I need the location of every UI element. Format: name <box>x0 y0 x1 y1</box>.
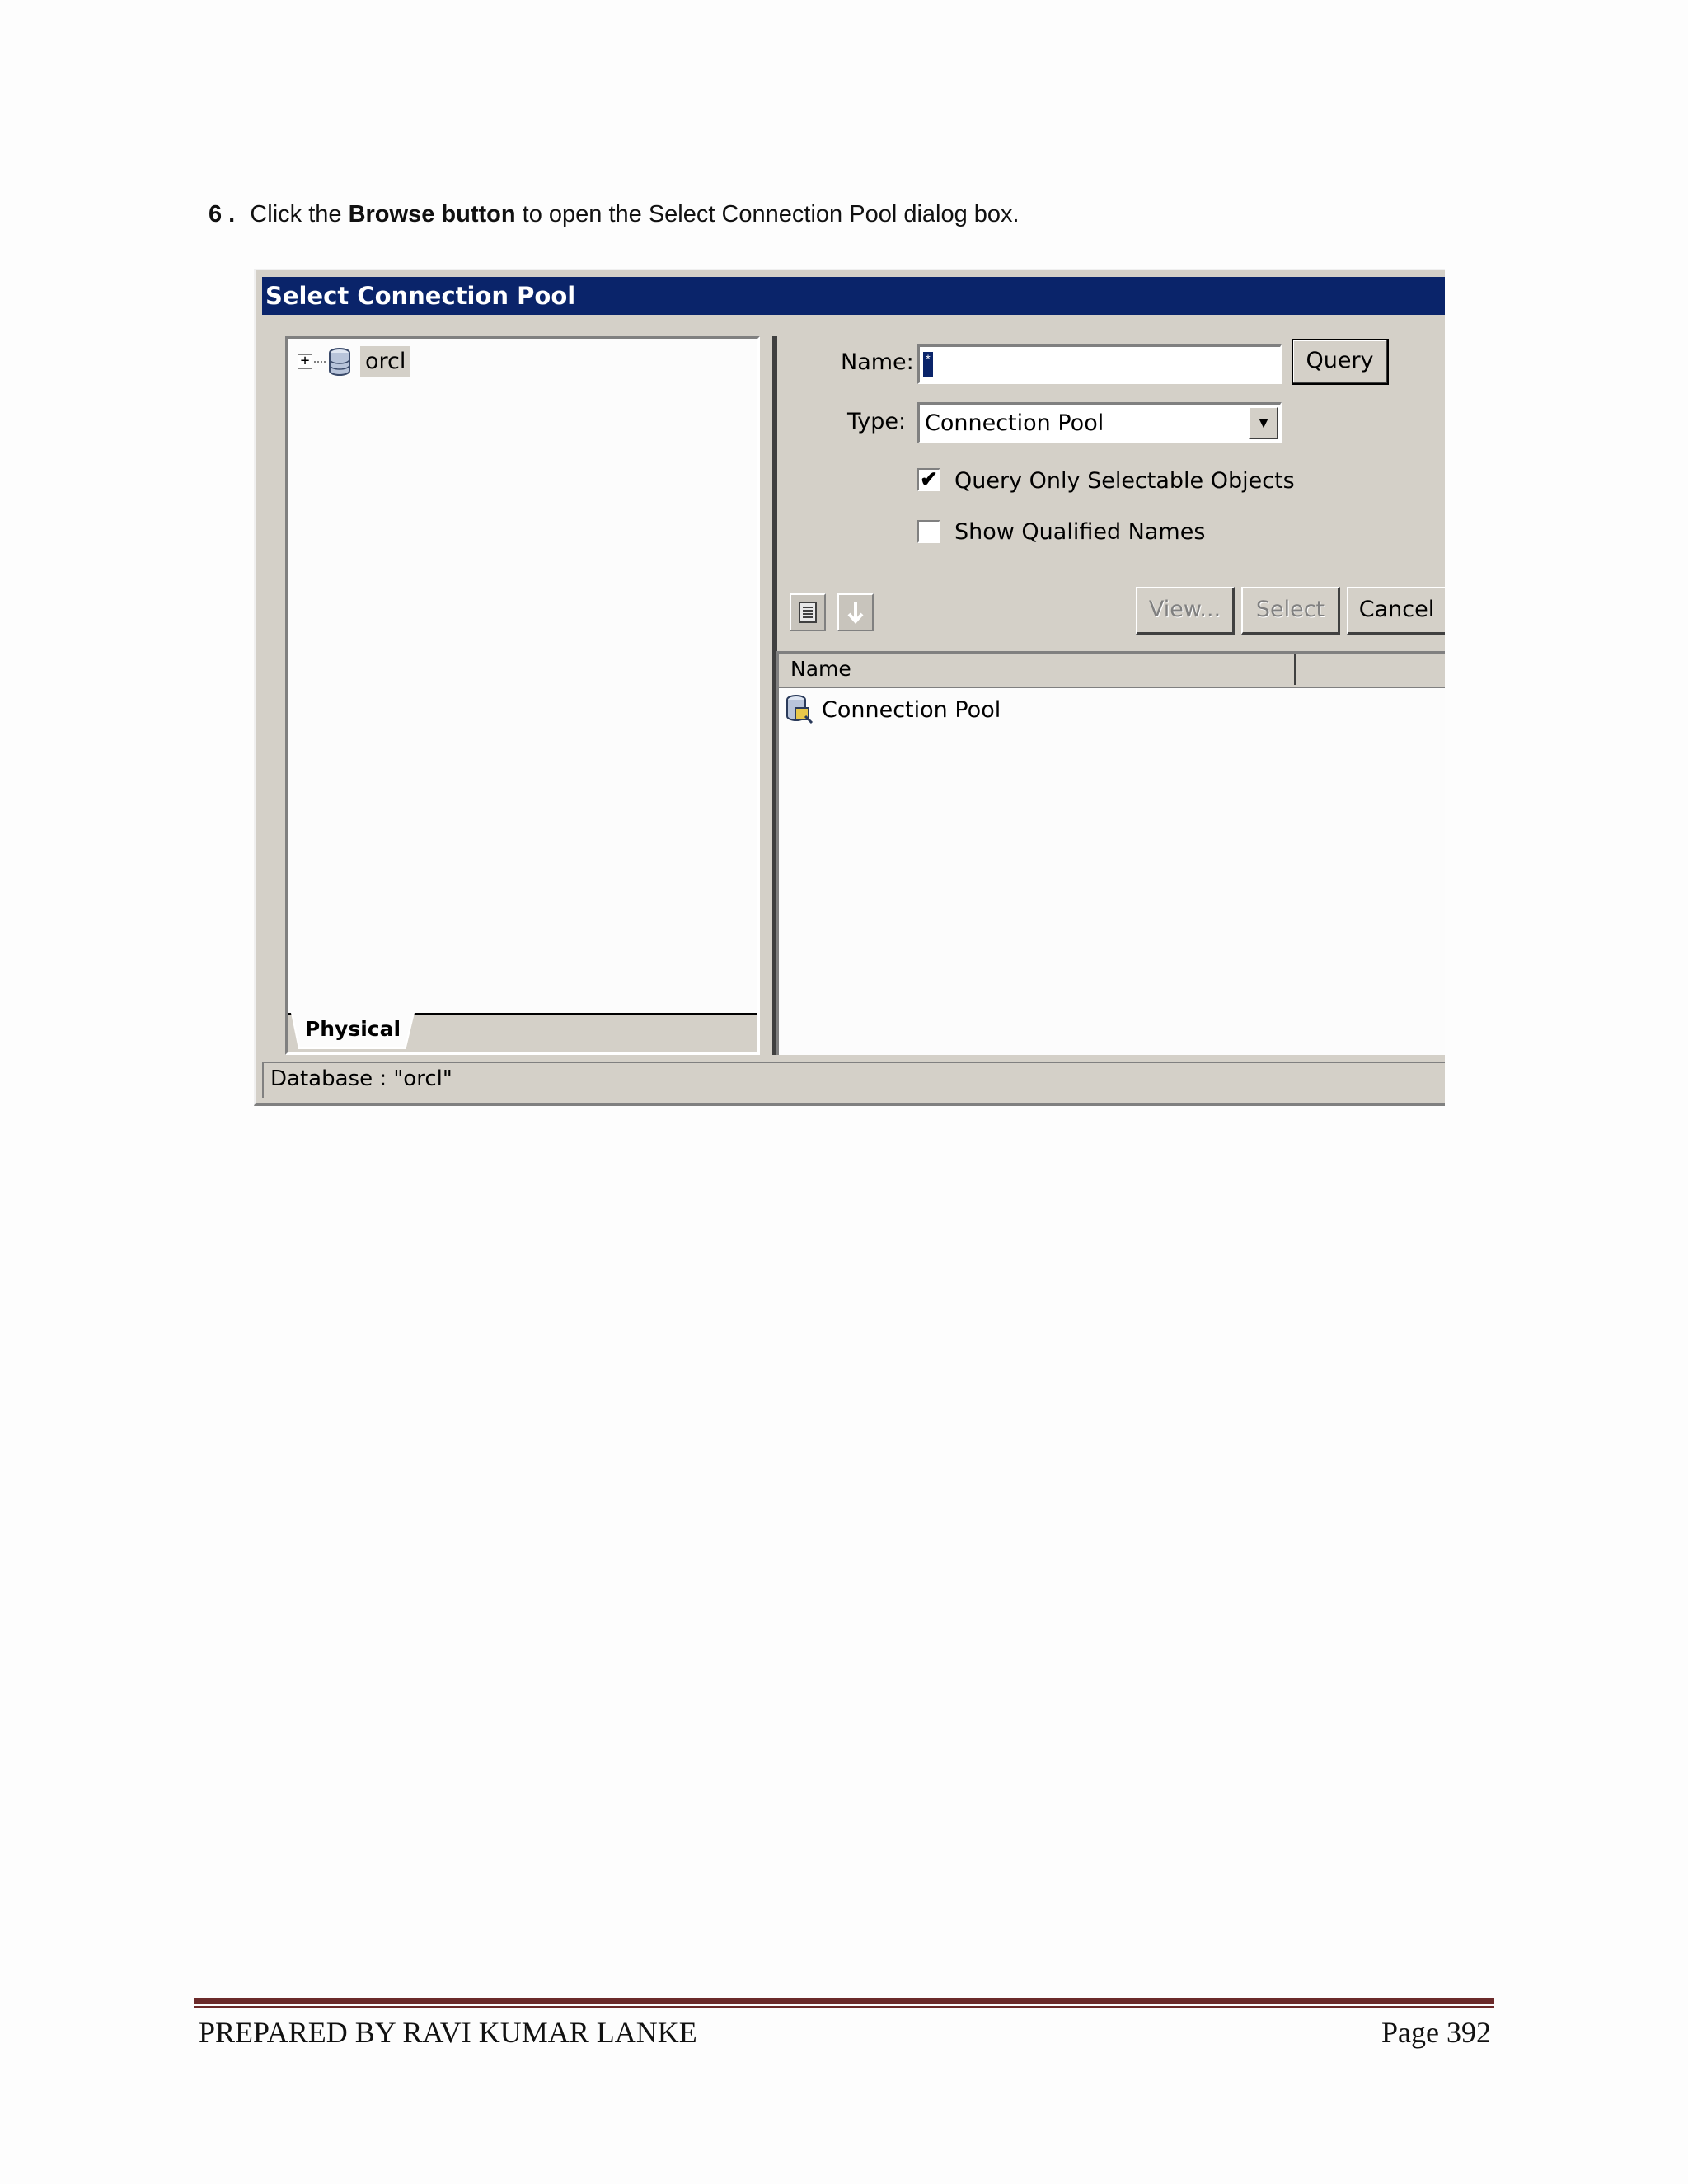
tree-tabstrip: Physical <box>288 1013 757 1052</box>
tab-physical-label: Physical <box>293 1013 413 1047</box>
step-number: 6 . <box>209 201 236 227</box>
type-select[interactable]: Connection Pool ▼ <box>917 402 1282 443</box>
list-item[interactable]: Connection Pool <box>784 693 1001 726</box>
list-view-button[interactable] <box>790 593 826 631</box>
dialog-screenshot: Select Connection Pool + orcl Physical N… <box>254 269 1445 1106</box>
tree-pane[interactable]: + orcl Physical <box>285 336 760 1055</box>
view-button[interactable]: View... <box>1136 587 1235 635</box>
checkbox-qualified[interactable] <box>917 520 940 543</box>
connection-pool-icon <box>786 695 814 724</box>
column-header-name[interactable]: Name <box>779 654 1296 685</box>
dropdown-arrow-icon[interactable]: ▼ <box>1249 406 1278 439</box>
results-list[interactable]: Name Connection Pool <box>776 651 1445 1055</box>
tab-physical[interactable]: Physical <box>291 1013 415 1049</box>
checkbox-selectable[interactable]: ✔ <box>917 468 940 491</box>
list-item-label: Connection Pool <box>822 696 1001 723</box>
arrow-down-icon <box>847 602 864 625</box>
step-text-after: to open the Select Connection Pool dialo… <box>515 201 1020 227</box>
list-header: Name <box>779 654 1445 688</box>
type-label: Type: <box>847 409 907 434</box>
cancel-button[interactable]: Cancel <box>1347 587 1445 635</box>
name-input[interactable]: * <box>917 344 1282 384</box>
footer-rule-thin <box>194 2006 1494 2008</box>
list-view-icon <box>799 602 817 623</box>
status-bar: Database : "orcl" <box>262 1062 1445 1098</box>
tree-node-label: orcl <box>360 346 411 377</box>
database-icon <box>329 348 350 376</box>
type-select-value: Connection Pool <box>925 410 1104 436</box>
footer-rule <box>194 1998 1494 2004</box>
name-label: Name: <box>841 349 914 375</box>
column-header-name-label: Name <box>790 657 851 681</box>
move-down-button[interactable] <box>837 593 874 631</box>
checkbox-selectable-label[interactable]: Query Only Selectable Objects <box>954 468 1295 494</box>
tree-connector <box>314 361 326 363</box>
step-text-bold: Browse button <box>348 201 516 227</box>
step-instruction: 6 . Click the Browse button to open the … <box>209 199 1020 229</box>
checkbox-qualified-label[interactable]: Show Qualified Names <box>954 519 1205 545</box>
tree-node-orcl[interactable]: + orcl <box>298 345 411 378</box>
name-input-value: * <box>923 352 933 377</box>
expand-icon[interactable]: + <box>298 354 312 369</box>
status-text: Database : "orcl" <box>270 1066 452 1091</box>
step-text-before: Click the <box>250 201 349 227</box>
query-button[interactable]: Query <box>1292 339 1389 385</box>
footer-author: PREPARED BY RAVI KUMAR LANKE <box>199 2016 697 2049</box>
footer-page-number: Page 392 <box>1381 2016 1491 2049</box>
dialog-title: Select Connection Pool <box>262 277 1445 315</box>
select-button[interactable]: Select <box>1241 587 1340 635</box>
